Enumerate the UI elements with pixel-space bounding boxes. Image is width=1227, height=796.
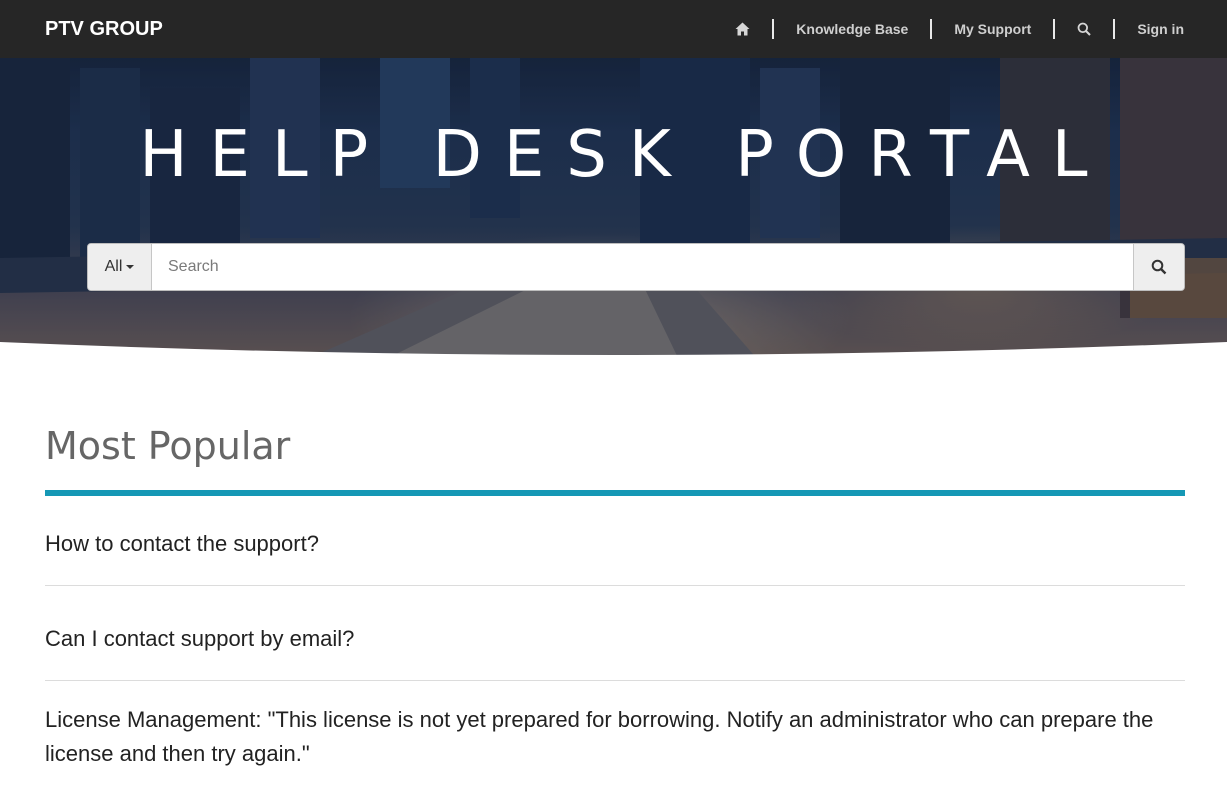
- popular-item[interactable]: How to contact the support?: [45, 496, 1185, 586]
- search-icon[interactable]: [1055, 19, 1113, 39]
- hero-overlay: [0, 58, 1227, 362]
- search-bar: All: [87, 243, 1185, 291]
- popular-list: How to contact the support? Can I contac…: [45, 496, 1185, 795]
- hero-curve-divider: [0, 342, 1227, 362]
- search-submit-button[interactable]: [1133, 244, 1184, 290]
- ptv-group-logo[interactable]: PTV GROUP: [45, 18, 163, 41]
- search-scope-dropdown[interactable]: All: [88, 244, 152, 290]
- search-input[interactable]: [152, 244, 1133, 290]
- search-icon: [1151, 259, 1167, 275]
- nav-sign-in[interactable]: Sign in: [1115, 19, 1184, 39]
- most-popular-title: Most Popular: [45, 424, 291, 468]
- hero-title: HELP DESK PORTAL: [139, 118, 1110, 192]
- nav-my-support[interactable]: My Support: [932, 19, 1053, 39]
- nav-menu: Knowledge Base My Support Sign in: [713, 0, 1184, 58]
- search-scope-value: All: [104, 258, 123, 275]
- popular-item-link[interactable]: License Management: "This license is not…: [45, 703, 1185, 771]
- popular-item-link[interactable]: How to contact the support?: [45, 527, 1185, 561]
- home-icon[interactable]: [713, 19, 772, 39]
- caret-down-icon: [126, 265, 135, 269]
- nav-knowledge-base[interactable]: Knowledge Base: [774, 19, 930, 39]
- top-navbar: PTV GROUP Knowledge Base My Support Sign…: [0, 0, 1227, 58]
- popular-item-link[interactable]: Can I contact support by email?: [45, 622, 1185, 656]
- popular-item[interactable]: Can I contact support by email?: [45, 586, 1185, 681]
- hero-banner: HELP DESK PORTAL: [0, 58, 1227, 362]
- popular-item[interactable]: License Management: "This license is not…: [45, 681, 1185, 795]
